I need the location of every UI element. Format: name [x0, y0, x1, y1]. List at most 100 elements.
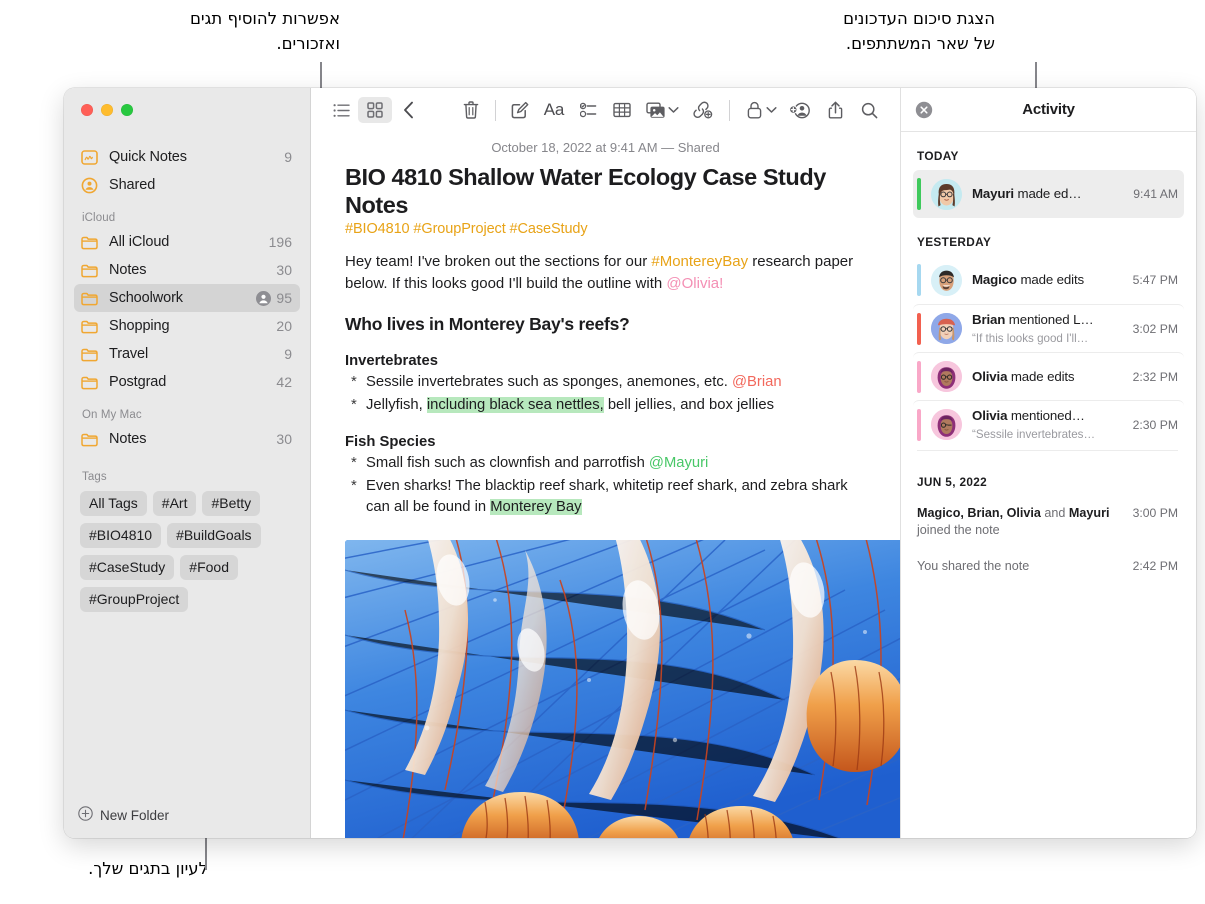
checklist-button[interactable] — [571, 97, 605, 123]
tag-chip-food[interactable]: #Food — [180, 555, 238, 580]
activity-quote: “Sessile invertebrates… — [972, 427, 1096, 441]
shared-folder-badge-icon — [256, 290, 272, 306]
activity-main-line: Olivia made edits — [972, 368, 1075, 384]
callout-activity-text: הצגת סיכום העדכונים של שאר המשתתפים. — [843, 9, 995, 54]
plus-circle-icon — [78, 806, 93, 824]
toolbar-divider — [495, 99, 496, 121]
toolbar-divider-2 — [729, 99, 730, 121]
callout-browse-tags-text: לעיון בתגים שלך. — [88, 859, 208, 878]
activity-joined-names-2: Mayuri — [1068, 506, 1110, 520]
mention-brian[interactable]: @Brian — [732, 374, 782, 390]
callout-tags-text: אפשרות להוסיף תגים ואזכורים. — [189, 9, 340, 54]
activity-time: 2:30 PM — [1132, 417, 1178, 432]
activity-header: Activity — [901, 88, 1196, 132]
mention-olivia[interactable]: @Olivia! — [666, 275, 723, 292]
tag-list: All Tags #Art #Betty #BIO4810 #BuildGoal… — [74, 487, 300, 612]
activity-accent-bar — [917, 312, 921, 345]
sidebar-item-label: Notes — [109, 262, 147, 278]
sidebar-item-label: Schoolwork — [109, 290, 183, 306]
compose-button[interactable] — [503, 97, 537, 123]
avatar — [931, 264, 962, 296]
avatar — [931, 409, 962, 440]
bullet-marker: * — [351, 477, 357, 494]
zoom-window-button[interactable] — [121, 104, 133, 116]
close-icon[interactable] — [915, 101, 933, 119]
sidebar-section-header-icloud: iCloud — [82, 212, 116, 224]
activity-panel: Activity TODAY Mayuri made ed… 9:41 AM Y… — [901, 88, 1196, 838]
tag-chip-all-tags[interactable]: All Tags — [80, 491, 147, 516]
activity-time: 9:41 AM — [1133, 187, 1178, 201]
sidebar-item-all-icloud[interactable]: All iCloud 196 — [74, 228, 300, 256]
minimize-window-button[interactable] — [101, 104, 113, 116]
highlighted-edit-text: including black sea nettles, — [426, 396, 604, 413]
jellyfish-photo[interactable] — [345, 539, 900, 838]
tag-chip-bio4810[interactable]: #BIO4810 — [80, 523, 162, 548]
bullet-text: Small fish such as clownfish and parrotf… — [366, 453, 866, 474]
link-button[interactable] — [682, 97, 722, 123]
activity-person-name: Olivia — [972, 407, 1008, 423]
bullet-text-main: Jellyfish, — [366, 396, 427, 413]
table-button[interactable] — [605, 97, 639, 123]
sidebar-item-shared[interactable]: Shared — [74, 171, 300, 199]
note-subheading-fish-species: Fish Species — [345, 433, 436, 450]
activity-joined-names: Magico, Brian, Olivia — [917, 506, 1041, 520]
sidebar-item-schoolwork[interactable]: Schoolwork 95 — [74, 284, 300, 312]
note-subheading-invertebrates: Invertebrates — [345, 352, 438, 369]
note-tags-line: #BIO4810 #GroupProject #CaseStudy — [345, 221, 588, 238]
mention-mayuri[interactable]: @Mayuri — [649, 455, 708, 471]
activity-time: 2:32 PM — [1132, 369, 1178, 384]
sidebar-item-travel[interactable]: Travel 9 — [74, 340, 300, 368]
bullet-text: Sessile invertebrates such as sponges, a… — [366, 372, 866, 393]
add-people-button[interactable] — [780, 97, 818, 123]
activity-row-olivia-mention[interactable]: Olivia mentioned… “Sessile invertebrates… — [913, 400, 1184, 448]
inline-tag-montereybay[interactable]: #MontereyBay — [651, 253, 748, 270]
tag-chip-art[interactable]: #Art — [152, 491, 197, 516]
sidebar: Quick Notes 9 Shared iCloud All iCloud 1… — [64, 88, 311, 838]
activity-row-magico-edits[interactable]: Magico made edits 5:47 PM — [913, 256, 1184, 304]
sidebar-item-count: 20 — [276, 318, 292, 334]
activity-text: Mayuri made ed… — [972, 185, 1126, 203]
new-folder-button[interactable]: New Folder — [64, 792, 310, 838]
sidebar-item-quick-notes[interactable]: Quick Notes 9 — [74, 143, 300, 171]
sidebar-section-header-on-my-mac: On My Mac — [82, 409, 142, 421]
tag-chip-betty[interactable]: #Betty — [202, 491, 261, 516]
sidebar-item-count: 9 — [284, 346, 292, 362]
sidebar-item-postgrad[interactable]: Postgrad 42 — [74, 368, 300, 396]
sidebar-item-count: 30 — [276, 262, 292, 278]
activity-row-olivia-edits[interactable]: Olivia made edits 2:32 PM — [913, 352, 1184, 400]
delete-button[interactable] — [454, 97, 488, 123]
bullet-text-main: Sessile invertebrates such as sponges, a… — [366, 373, 733, 390]
activity-accent-bar — [917, 408, 921, 441]
share-button[interactable] — [818, 97, 852, 123]
activity-title: Activity — [1022, 101, 1075, 118]
activity-main-line: Olivia mentioned… — [972, 408, 1085, 423]
sidebar-item-label: Shared — [109, 177, 156, 193]
format-button[interactable]: Aa — [537, 97, 571, 123]
sidebar-item-shopping[interactable]: Shopping 20 — [74, 312, 300, 340]
activity-action: made edits — [1007, 368, 1075, 384]
activity-shared-text: You shared the note — [917, 558, 1030, 573]
note-date: October 18, 2022 at 9:41 AM — Shared — [491, 140, 720, 155]
para-text-1: Hey team! I've broken out the sections f… — [345, 253, 652, 271]
bullet-marker: * — [351, 454, 357, 471]
chevron-down-icon-media[interactable] — [668, 101, 679, 119]
list-view-button[interactable] — [324, 97, 358, 123]
tag-chip-casestudy[interactable]: #CaseStudy — [80, 555, 175, 580]
tag-chip-groupproject[interactable]: #GroupProject — [80, 587, 189, 612]
activity-row-mayuri-edits[interactable]: Mayuri made ed… 9:41 AM — [913, 170, 1184, 218]
chevron-down-icon-lock[interactable] — [766, 101, 777, 119]
search-button[interactable] — [852, 97, 886, 123]
sidebar-item-notes-local[interactable]: Notes 30 — [74, 425, 300, 453]
close-window-button[interactable] — [81, 104, 93, 116]
activity-list: TODAY Mayuri made ed… 9:41 AM YESTERDAY — [901, 132, 1196, 838]
activity-row-brian-mention[interactable]: Brian mentioned L… “If this looks good I… — [913, 304, 1184, 352]
note-body[interactable]: October 18, 2022 at 9:41 AM — Shared BIO… — [311, 132, 900, 838]
tag-chip-buildgoals[interactable]: #BuildGoals — [167, 523, 261, 548]
gallery-view-button[interactable] — [358, 97, 392, 123]
sidebar-item-count: 196 — [268, 234, 292, 250]
sidebar-item-count: 42 — [276, 374, 292, 390]
back-button[interactable] — [392, 97, 426, 123]
avatar — [931, 361, 962, 392]
sidebar-item-notes-icloud[interactable]: Notes 30 — [74, 256, 300, 284]
activity-action: mentioned L… — [1005, 311, 1094, 327]
